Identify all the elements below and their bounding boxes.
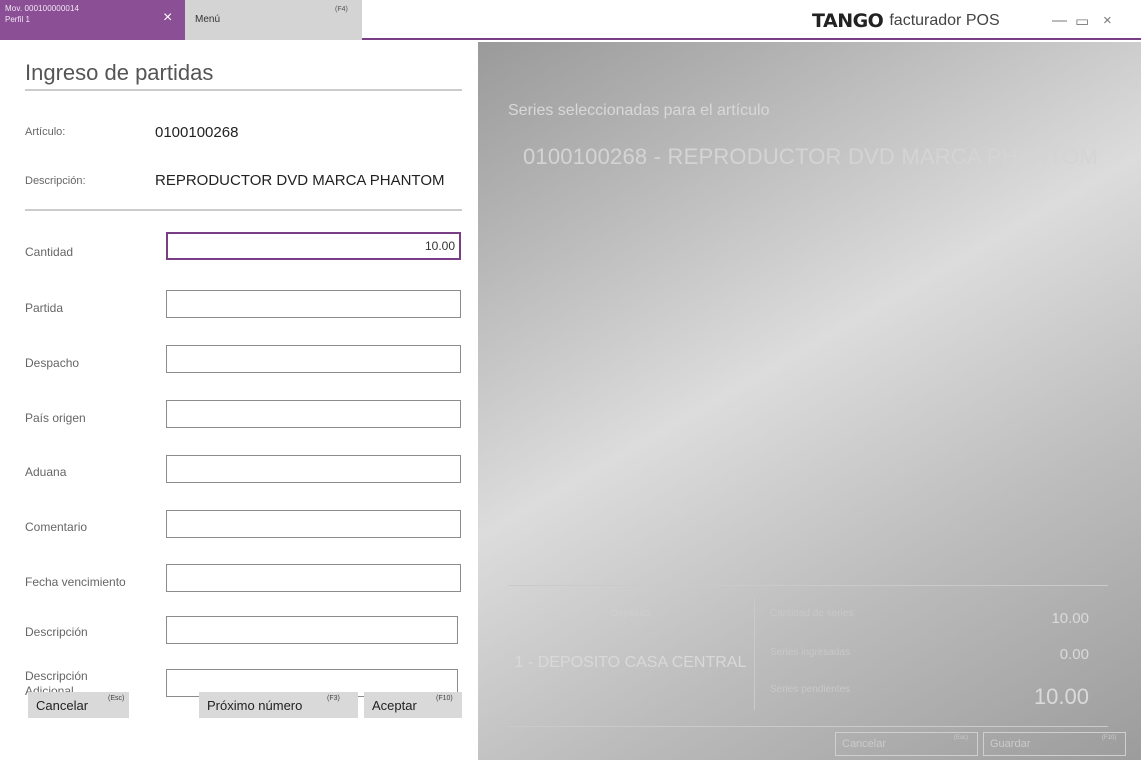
next-number-shortcut: (F3) (327, 695, 340, 702)
app-name: facturador POS (889, 12, 1000, 29)
tab-movimiento-subtitle: Perfil 1 (5, 15, 30, 24)
partida-input[interactable] (166, 290, 461, 318)
series-ingresadas-label: Series ingresadas (770, 647, 851, 658)
cantidad-series-value: 10.00 (1051, 610, 1089, 627)
cantidad-series-label: Cantidad de series (770, 608, 854, 619)
title-divider (25, 89, 462, 91)
series-pendientes-label: Series pendientes (770, 684, 851, 695)
deposito-value: 1 - DEPOSITO CASA CENTRAL (514, 654, 747, 671)
partida-label: Partida (25, 301, 64, 315)
series-ingresadas-value: 0.00 (1059, 646, 1089, 663)
series-save-label: Guardar (990, 738, 1031, 750)
summary-divider-vertical (754, 598, 755, 710)
cancel-button[interactable]: Cancelar (Esc) (28, 692, 129, 718)
series-save-button[interactable]: Guardar (F10) (983, 732, 1126, 756)
cancel-shortcut: (Esc) (108, 695, 125, 702)
next-number-button[interactable]: Próximo número (F3) (199, 692, 358, 718)
descripcion-value: REPRODUCTOR DVD MARCA PHANTOM (155, 172, 445, 189)
series-article: 0100100268 - REPRODUCTOR DVD MARCA PHANT… (523, 144, 1098, 169)
close-icon[interactable]: × (163, 10, 172, 26)
series-cancel-button[interactable]: Cancelar (Esc) (835, 732, 978, 756)
tab-menu-label: Menú (195, 14, 221, 25)
deposito-label: Depósito (610, 608, 651, 619)
accept-shortcut: (F10) (436, 695, 453, 702)
cancel-button-label: Cancelar (36, 698, 89, 713)
descripcion-input[interactable] (166, 616, 458, 644)
series-cancel-label: Cancelar (842, 738, 887, 750)
summary-divider-top (508, 585, 1108, 586)
fecha-vencimiento-input[interactable] (166, 564, 461, 592)
tab-movimiento[interactable]: Mov. 000100000014 Perfil 1 × (0, 0, 185, 40)
partidas-form-panel: Ingreso de partidas Artículo: 0100100268… (0, 42, 478, 760)
maximize-icon[interactable]: ▭ (1075, 12, 1089, 30)
descripcion-field-label: Descripción (25, 625, 88, 639)
articulo-label: Artículo: (25, 126, 66, 138)
top-bar: Mov. 000100000014 Perfil 1 × Menú (F4) T… (0, 0, 1141, 40)
series-pendientes-value: 10.00 (1033, 684, 1089, 709)
aduana-input[interactable] (166, 455, 461, 483)
brand-logo: TANGO facturador POS (812, 10, 1000, 32)
header-divider (25, 209, 462, 211)
fecha-vencimiento-label: Fecha vencimiento (25, 575, 126, 589)
tango-logo: TANGO (812, 10, 884, 32)
despacho-input[interactable] (166, 345, 461, 373)
close-window-icon[interactable]: × (1103, 12, 1112, 29)
accept-button-label: Aceptar (372, 698, 417, 713)
aduana-label: Aduana (25, 465, 67, 479)
accept-button[interactable]: Aceptar (F10) (364, 692, 462, 718)
next-number-button-label: Próximo número (207, 698, 303, 713)
tab-menu[interactable]: Menú (F4) (185, 0, 362, 40)
despacho-label: Despacho (25, 356, 80, 370)
series-cancel-shortcut: (Esc) (954, 735, 968, 741)
series-heading: Series seleccionadas para el artículo (508, 102, 770, 119)
minimize-icon[interactable]: — (1052, 12, 1067, 29)
articulo-value: 0100100268 (155, 124, 239, 141)
pais-origen-label: País origen (25, 411, 86, 425)
series-save-shortcut: (F10) (1102, 735, 1117, 741)
cantidad-input[interactable]: 10.00 (166, 232, 461, 260)
pais-origen-input[interactable] (166, 400, 461, 428)
comentario-input[interactable] (166, 510, 461, 538)
comentario-label: Comentario (25, 520, 88, 534)
page-title: Ingreso de partidas (25, 60, 214, 85)
summary-divider-bottom (508, 726, 1108, 727)
tab-movimiento-title: Mov. 000100000014 (5, 4, 80, 13)
descripcion-label: Descripción: (25, 175, 86, 187)
tab-menu-shortcut: (F4) (335, 6, 348, 13)
series-panel: Series seleccionadas para el artículo 01… (478, 42, 1141, 760)
cantidad-label: Cantidad (25, 245, 74, 259)
